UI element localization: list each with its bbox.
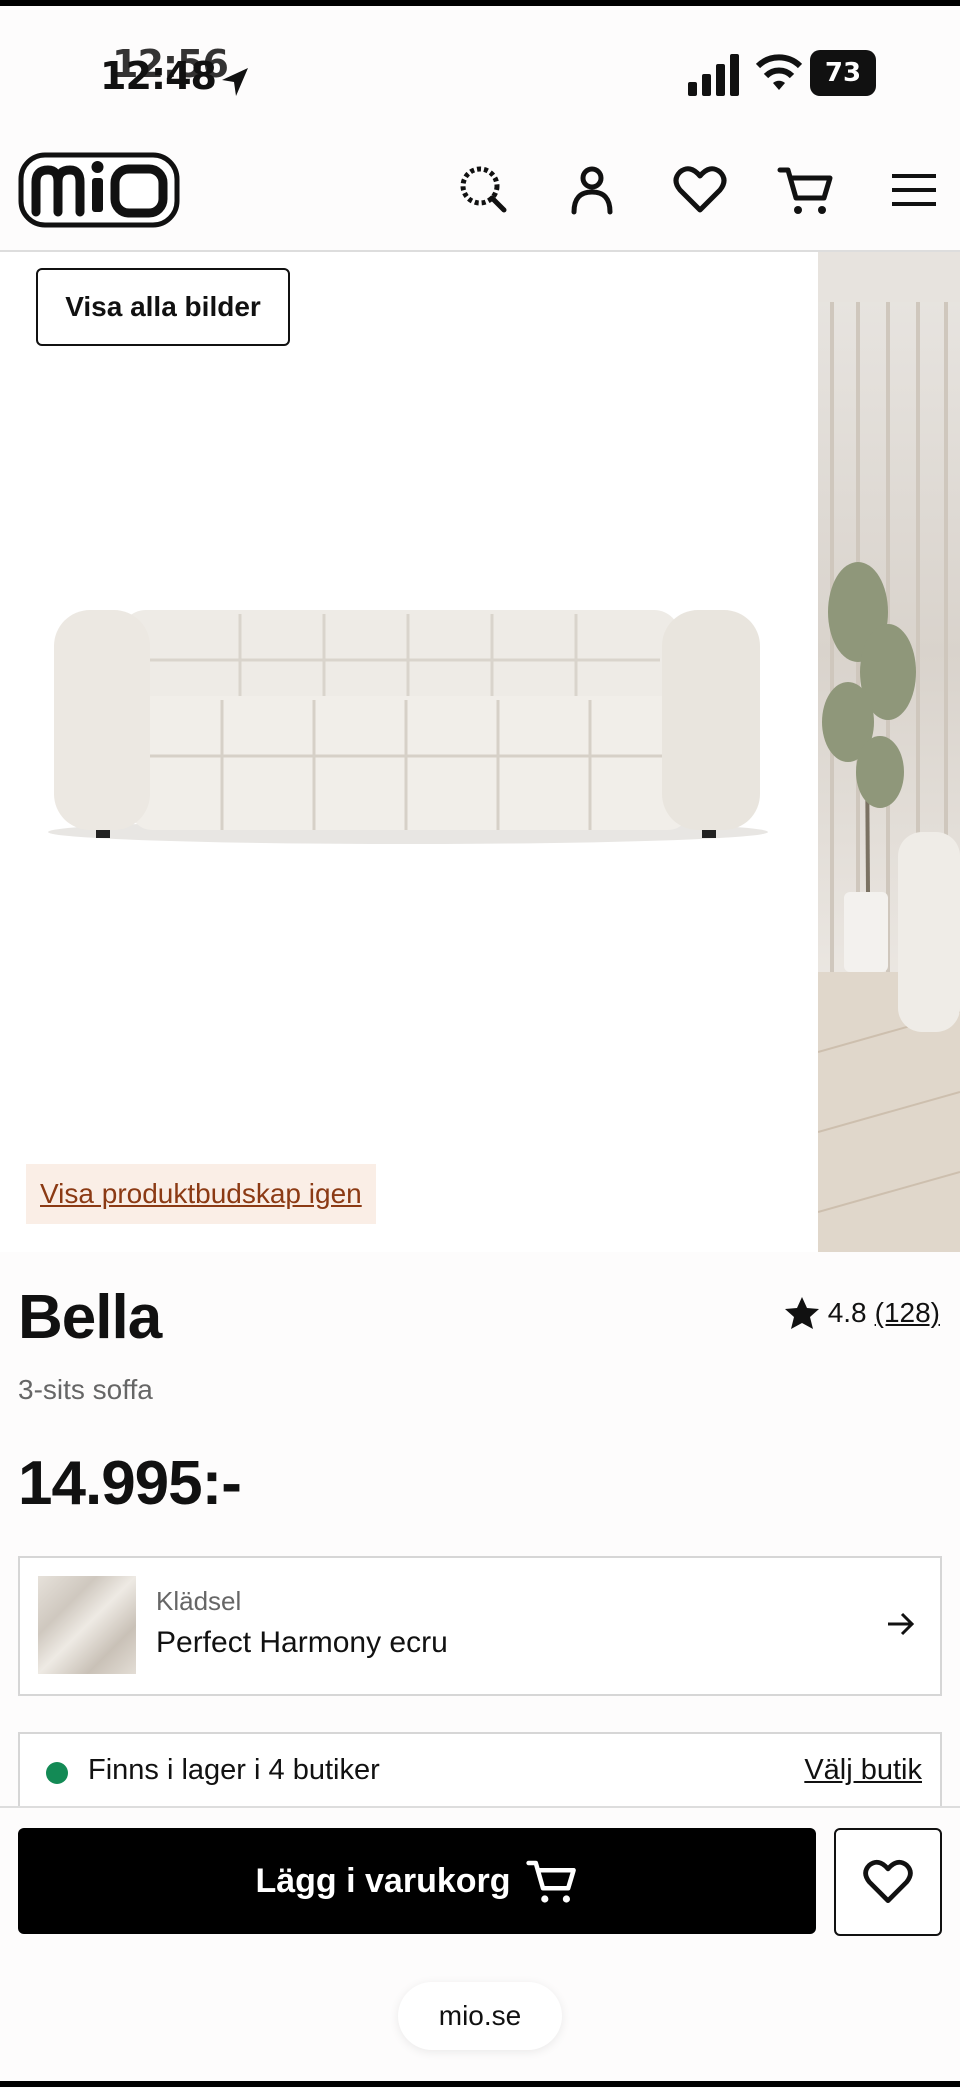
- bottom-edge: [0, 2081, 960, 2087]
- cellular-signal-icon: [688, 54, 739, 96]
- cart-icon: [525, 1860, 576, 1903]
- star-icon: [784, 1297, 819, 1329]
- in-stock-dot-icon: [46, 1762, 68, 1784]
- arrow-right-icon: [888, 1612, 915, 1636]
- review-count-link[interactable]: (128): [875, 1297, 940, 1329]
- cart-icon[interactable]: [776, 160, 836, 220]
- wifi-icon: [755, 54, 803, 90]
- product-image-next[interactable]: [818, 252, 960, 1252]
- sofa-image: [48, 610, 768, 844]
- stock-text: Finns i lager i 4 butiker: [88, 1754, 380, 1786]
- menu-icon[interactable]: [884, 160, 944, 220]
- fabric-label: Klädsel: [156, 1586, 242, 1616]
- choose-store-link[interactable]: Välj butik: [804, 1754, 922, 1787]
- status-time: 12:48: [100, 54, 217, 98]
- location-arrow-icon: [222, 68, 248, 96]
- show-all-images-button[interactable]: Visa alla bilder: [36, 268, 290, 346]
- product-image-main[interactable]: [0, 252, 816, 1252]
- add-to-cart-button[interactable]: Lägg i varukorg: [18, 1828, 816, 1934]
- product-gallery[interactable]: Visa alla bilder Visa produktbudskap ige…: [0, 252, 960, 1252]
- fabric-swatch: [38, 1576, 136, 1674]
- show-product-message-link[interactable]: Visa produktbudskap igen: [26, 1164, 376, 1224]
- fabric-value: Perfect Harmony ecru: [156, 1626, 448, 1659]
- product-price: 14.995:-: [18, 1449, 242, 1518]
- sticky-action-bar: Lägg i varukorg mio.se: [0, 1806, 960, 2088]
- mio-logo[interactable]: [18, 152, 180, 228]
- heart-icon[interactable]: [670, 160, 730, 220]
- battery-indicator: 73: [810, 50, 876, 96]
- product-subtitle: 3-sits soffa: [18, 1374, 153, 1405]
- site-header: [0, 140, 960, 252]
- product-rating[interactable]: 4.8 (128): [784, 1296, 940, 1330]
- search-icon[interactable]: [454, 160, 514, 220]
- rating-value: 4.8: [827, 1297, 867, 1328]
- stock-status: Finns i lager i 4 butiker Välj butik: [18, 1732, 942, 1808]
- add-to-favorites-button[interactable]: [834, 1828, 942, 1936]
- status-bar: 12:56 12:48 73: [0, 6, 960, 126]
- heart-icon: [863, 1859, 913, 1903]
- product-title: Bella: [18, 1283, 162, 1352]
- fabric-selector[interactable]: Klädsel Perfect Harmony ecru: [18, 1556, 942, 1696]
- browser-url-pill[interactable]: mio.se: [398, 1982, 562, 2050]
- room-image: [818, 252, 960, 1252]
- account-icon[interactable]: [562, 160, 622, 220]
- add-to-cart-label: Lägg i varukorg: [255, 1861, 511, 1900]
